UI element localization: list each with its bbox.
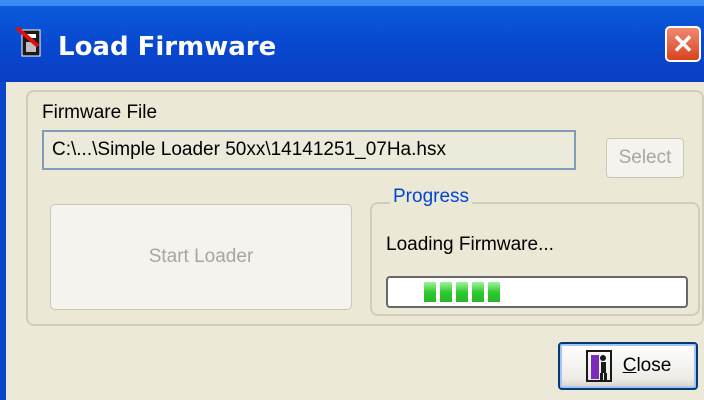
select-file-button[interactable]: Select [606,138,684,178]
dialog-body: Firmware File C:\...\Simple Loader 50xx\… [0,82,704,400]
window-close-button[interactable]: ✕ [665,26,701,62]
progress-group-label: Progress [390,186,473,208]
firmware-file-label: Firmware File [42,102,158,123]
firmware-file-path-field: C:\...\Simple Loader 50xx\14141251_07Ha.… [42,130,576,170]
close-icon: ✕ [672,28,694,59]
title-bar[interactable]: Load Firmware ✕ [0,0,704,82]
progress-bar [386,276,688,308]
progress-status-text: Loading Firmware... [386,234,554,255]
progress-segment [440,282,452,302]
load-firmware-window: Load Firmware ✕ Firmware File C:\...\Sim… [0,0,704,400]
progress-bar-fill [394,282,523,302]
close-button-label: Close [622,355,672,376]
progress-group: Loading Firmware... [370,202,700,316]
window-title: Load Firmware [58,32,277,62]
progress-segment [424,282,436,302]
progress-segment [456,282,468,302]
progress-segment [488,282,500,302]
firmware-panel: Firmware File C:\...\Simple Loader 50xx\… [26,90,704,326]
firmware-app-icon [16,26,41,57]
progress-segments [424,282,500,302]
door-exit-icon [585,350,612,382]
start-loader-button[interactable]: Start Loader [50,204,352,310]
progress-segment [472,282,484,302]
close-button[interactable]: Close [558,342,698,390]
